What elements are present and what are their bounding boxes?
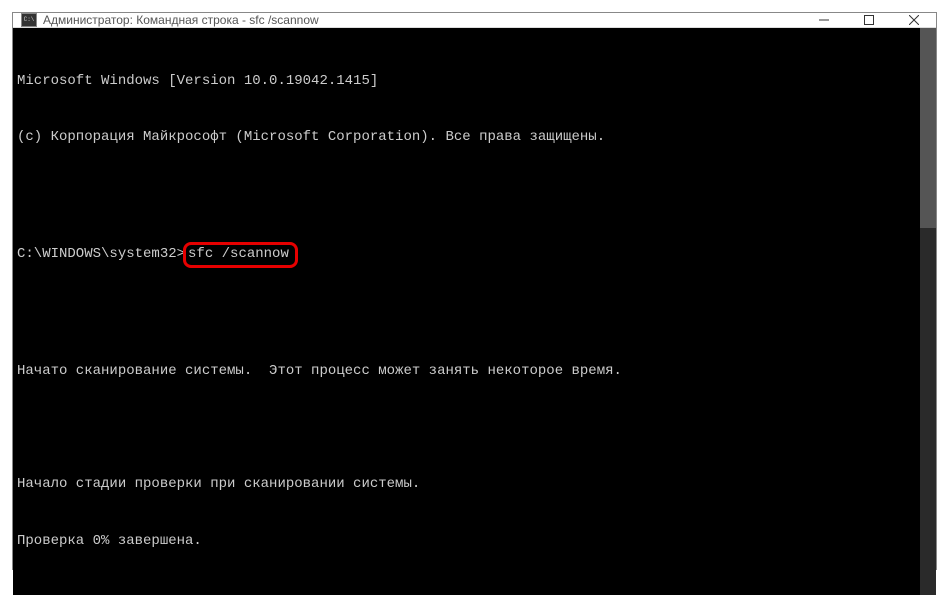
terminal-output[interactable]: Microsoft Windows [Version 10.0.19042.14… [13,28,920,595]
terminal-wrapper: Microsoft Windows [Version 10.0.19042.14… [13,28,936,595]
minimize-icon [819,15,829,25]
cmd-icon [21,13,37,27]
maximize-icon [864,15,874,25]
close-button[interactable] [891,13,936,27]
output-line: Начало стадии проверки при сканировании … [17,475,912,494]
titlebar-left: Администратор: Командная строка - sfc /s… [13,13,319,27]
maximize-button[interactable] [846,13,891,27]
command-highlight: sfc /scannow [183,242,298,268]
vertical-scrollbar[interactable] [920,28,936,595]
blank-line [17,419,912,438]
output-line: Начато сканирование системы. Этот процес… [17,362,912,381]
close-icon [909,15,919,25]
scrollbar-thumb[interactable] [920,28,936,228]
output-line: (c) Корпорация Майкрософт (Microsoft Cor… [17,128,912,147]
blank-line [17,185,912,204]
window-controls [801,13,936,27]
output-line: Microsoft Windows [Version 10.0.19042.14… [17,72,912,91]
prompt-text: C:\WINDOWS\system32> [17,245,185,264]
command-prompt-window: Администратор: Командная строка - sfc /s… [12,12,937,570]
output-line: Проверка 0% завершена. [17,532,912,551]
blank-line [17,305,912,324]
command-text: sfc /scannow [188,246,289,262]
titlebar[interactable]: Администратор: Командная строка - sfc /s… [13,13,936,28]
minimize-button[interactable] [801,13,846,27]
window-title: Администратор: Командная строка - sfc /s… [43,13,319,27]
prompt-line: C:\WINDOWS\system32>sfc /scannow [17,242,912,268]
